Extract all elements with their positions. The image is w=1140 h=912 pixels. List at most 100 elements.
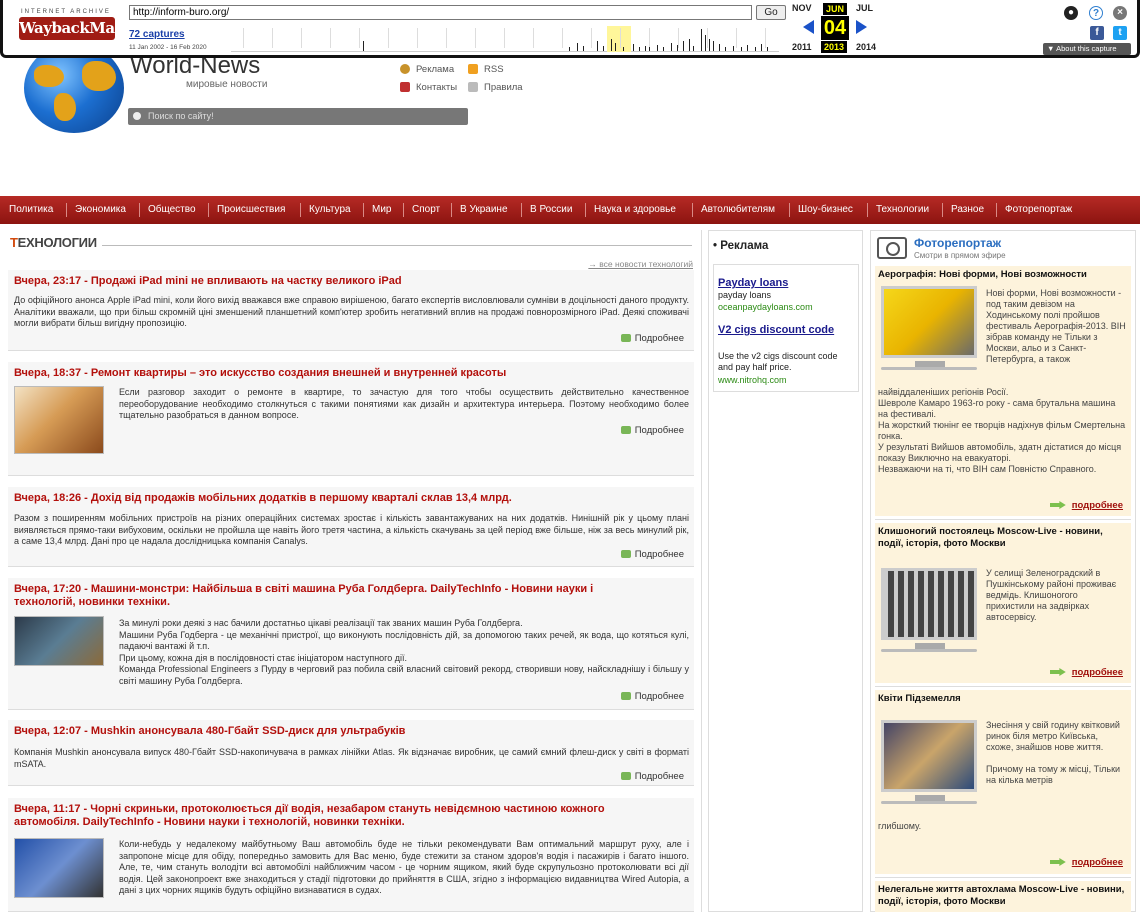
nav-item[interactable]: Общество — [148, 196, 196, 224]
article-thumbnail[interactable] — [14, 838, 104, 898]
ad-url[interactable]: www.nitrohq.com — [718, 375, 787, 385]
site-subtitle: мировые новости — [186, 79, 268, 90]
rules-icon — [468, 82, 478, 92]
photo-card-image[interactable] — [881, 720, 977, 792]
more-link[interactable]: Подробнее — [621, 771, 684, 782]
facebook-icon[interactable]: f — [1090, 26, 1104, 40]
header-link-rss[interactable]: RSS — [484, 64, 504, 75]
header-link-contacts[interactable]: Контакты — [416, 82, 457, 93]
photo-card-image[interactable] — [881, 568, 977, 640]
article-title[interactable]: Вчера, 17:20 - Машини-монстри: Найбільша… — [14, 583, 654, 609]
about-capture-button[interactable]: ▼ About this capture — [1043, 43, 1131, 55]
list-item: Вчера, 11:17 - Чорні скриньки, протоколю… — [8, 798, 694, 912]
nav-item[interactable]: Политика — [9, 196, 53, 224]
nav-item[interactable]: Технологии — [876, 196, 929, 224]
nav-item[interactable]: Спорт — [412, 196, 440, 224]
header-link-rules[interactable]: Правила — [484, 82, 523, 93]
nav-item[interactable]: В Украине — [460, 196, 508, 224]
camera-icon — [877, 237, 907, 259]
header-link-ads[interactable]: Реклама — [416, 64, 454, 75]
article-body: До офіційного анонса Apple iPad mini, ко… — [14, 295, 689, 328]
next-capture-icon[interactable] — [856, 20, 867, 34]
nav-item[interactable]: Мир — [372, 196, 391, 224]
more-link[interactable]: Подробнее — [621, 333, 684, 344]
nav-item[interactable]: Культура — [309, 196, 351, 224]
photo-card-title[interactable]: Клишоногий постоялець Moscow-Live - нови… — [878, 526, 1126, 550]
ad-icon — [400, 64, 410, 74]
photo-card-text: найвіддаленіших регіонів Росії. Шевроле … — [878, 387, 1126, 474]
nav-item[interactable]: В России — [530, 196, 572, 224]
photo-report-panel: Фоторепортаж Смотри в прямом эфире Аерог… — [870, 230, 1136, 912]
month-prev[interactable]: NOV — [792, 3, 812, 13]
prev-capture-icon[interactable] — [803, 20, 814, 34]
more-link[interactable]: подробнее — [1050, 667, 1123, 678]
list-item: Вчера, 18:37 - Ремонт квартиры – это иск… — [8, 362, 694, 476]
url-input[interactable] — [129, 5, 752, 20]
search-input[interactable]: Поиск по сайту! — [128, 108, 468, 125]
nav-item[interactable]: Экономика — [75, 196, 126, 224]
year-next[interactable]: 2014 — [856, 42, 876, 52]
ad-title[interactable]: V2 cigs discount code — [718, 323, 838, 337]
help-icon[interactable]: ? — [1089, 6, 1103, 20]
captures-link[interactable]: 72 captures — [129, 29, 185, 40]
article-body: За минулі роки деякі з нас бачили достат… — [119, 618, 689, 686]
wayback-logo[interactable]: WaybackMachine — [19, 17, 159, 40]
article-body: Коли-небудь у недалекому майбутньому Ваш… — [119, 839, 689, 895]
photo-card: Клишоногий постоялець Moscow-Live - нови… — [875, 523, 1131, 683]
year-prev[interactable]: 2011 — [792, 42, 812, 52]
all-tech-news-link[interactable]: → все новости технологий — [588, 259, 693, 269]
nav-item[interactable]: Фоторепортаж — [1005, 196, 1072, 224]
article-body: Разом з поширенням мобільних пристроїв н… — [14, 513, 689, 546]
nav-item[interactable]: Автолюбителям — [701, 196, 775, 224]
close-icon[interactable]: × — [1113, 6, 1127, 20]
photo-card-image[interactable] — [881, 286, 977, 358]
photo-heading[interactable]: Фоторепортаж — [914, 236, 1001, 250]
user-icon[interactable]: ● — [1064, 6, 1078, 20]
main-nav: Политика Экономика Общество Происшествия Кул… — [0, 196, 1140, 224]
nav-item[interactable]: Разное — [951, 196, 984, 224]
year-current: 2013 — [821, 41, 848, 53]
photo-card: Аерографія: Нові форми, Нові возможности… — [875, 266, 1131, 516]
article-thumbnail[interactable] — [14, 616, 104, 666]
nav-item[interactable]: Происшествия — [217, 196, 285, 224]
technology-news: ТЕХНОЛОГИИ → все новости технологий Вчер… — [8, 230, 702, 912]
photo-card-text: глибшому. — [878, 821, 922, 831]
capture-sparkline[interactable] — [231, 26, 779, 52]
search-icon — [133, 112, 141, 120]
ad-text: Use the v2 cigs discount code and pay ha… — [718, 351, 838, 372]
photo-card-text: Нові форми, Нові возможности - под таким… — [986, 288, 1126, 364]
ad-text: payday loans — [718, 290, 772, 300]
article-body: Если разговор заходит о ремонте в кварти… — [119, 387, 689, 420]
capture-day: 04 — [821, 16, 849, 40]
article-title[interactable]: Вчера, 18:26 - Дохід від продажів мобіль… — [14, 492, 654, 505]
ad-url[interactable]: oceanpaydayloans.com — [718, 302, 813, 312]
article-thumbnail[interactable] — [14, 386, 104, 454]
go-button[interactable]: Go — [756, 5, 786, 20]
more-link[interactable]: Подробнее — [621, 691, 684, 702]
nav-item[interactable]: Шоу-бизнес — [798, 196, 853, 224]
twitter-icon[interactable]: t — [1113, 26, 1127, 40]
photo-subheading: Смотри в прямом эфире — [914, 251, 1006, 260]
more-link[interactable]: Подробнее — [621, 425, 684, 436]
list-item: Вчера, 17:20 - Машини-монстри: Найбільша… — [8, 578, 694, 710]
list-item: Вчера, 18:26 - Дохід від продажів мобіль… — [8, 487, 694, 567]
more-link[interactable]: подробнее — [1050, 500, 1123, 511]
photo-card-title[interactable]: Аерографія: Нові форми, Нові возможности — [878, 269, 1126, 281]
more-link[interactable]: Подробнее — [621, 549, 684, 560]
article-title[interactable]: Вчера, 11:17 - Чорні скриньки, протоколю… — [14, 803, 654, 829]
article-title[interactable]: Вчера, 12:07 - Mushkin анонсувала 480-Гб… — [14, 725, 654, 738]
article-title[interactable]: Вчера, 23:17 - Продажі iPad mini не впли… — [14, 275, 654, 288]
article-body: Компанія Mushkin анонсувала випуск 480-Г… — [14, 747, 689, 769]
month-next[interactable]: JUL — [856, 3, 873, 13]
more-link[interactable]: подробнее — [1050, 857, 1123, 868]
ads-panel: • Реклама Payday loans payday loans ocea… — [708, 230, 863, 912]
nav-item[interactable]: Наука и здоровье — [594, 196, 676, 224]
photo-card-title[interactable]: Нелегальне життя автохлама Moscow-Live -… — [878, 884, 1126, 908]
wayback-toolbar: INTERNET ARCHIVE WaybackMachine Go 72 ca… — [0, 0, 1140, 58]
article-title[interactable]: Вчера, 18:37 - Ремонт квартиры – это иск… — [14, 367, 654, 380]
ads-heading: • Реклама — [713, 240, 769, 252]
ad-title[interactable]: Payday loans — [718, 276, 788, 290]
contacts-icon — [400, 82, 410, 92]
photo-card-title[interactable]: Квіти Підземелля — [878, 693, 1126, 705]
capture-range: 11 Jan 2002 - 16 Feb 2020 — [129, 44, 207, 51]
